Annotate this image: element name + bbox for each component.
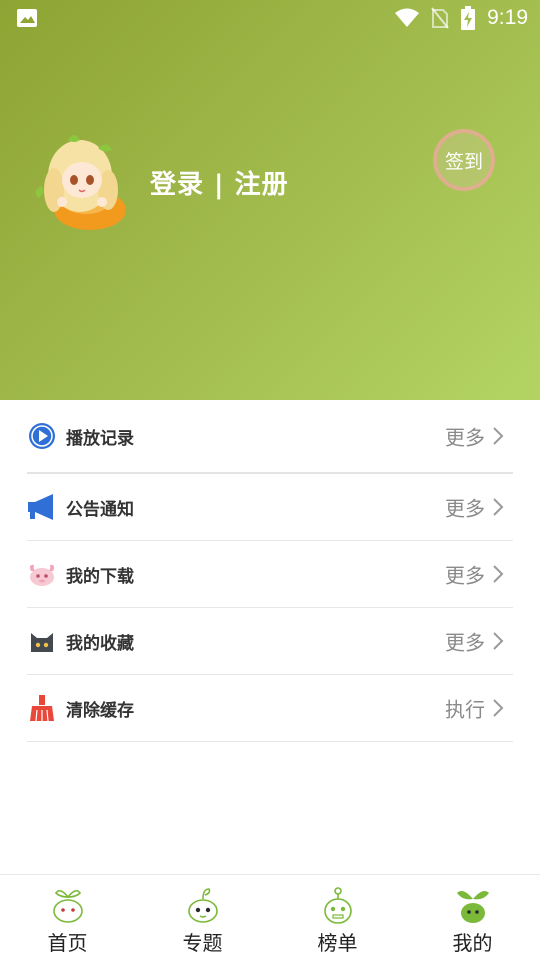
nav-ranking[interactable]: 榜单 bbox=[270, 875, 405, 960]
status-bar: 9:19 bbox=[0, 0, 540, 36]
profile-header: 9:19 登录 | 注册 签到 bbox=[0, 0, 540, 400]
bottom-nav: 首页 专题 榜单 我的 bbox=[0, 874, 540, 960]
menu-item-history[interactable]: 播放记录 更多 bbox=[27, 400, 513, 474]
cat-icon bbox=[27, 626, 57, 656]
menu-item-action: 更多 bbox=[445, 563, 485, 588]
menu-item-notices[interactable]: 公告通知 更多 bbox=[27, 474, 513, 541]
menu-item-label: 公告通知 bbox=[66, 499, 134, 520]
menu-item-action: 更多 bbox=[445, 496, 485, 521]
broom-icon bbox=[27, 693, 57, 723]
chevron-right-icon bbox=[493, 632, 504, 650]
login-register-link[interactable]: 登录 | 注册 bbox=[150, 164, 289, 201]
sprout-topics-icon bbox=[187, 888, 218, 923]
menu-item-action: 执行 bbox=[445, 697, 485, 722]
nav-label: 专题 bbox=[182, 931, 223, 955]
sprout-mine-icon bbox=[456, 891, 489, 923]
nav-home[interactable]: 首页 bbox=[0, 875, 135, 960]
pink-creature-icon bbox=[27, 559, 57, 589]
nav-mine[interactable]: 我的 bbox=[405, 875, 540, 960]
chevron-right-icon bbox=[493, 427, 504, 445]
sprout-home-icon bbox=[52, 889, 83, 923]
sprout-ranking-icon bbox=[323, 887, 352, 924]
megaphone-icon bbox=[27, 492, 57, 522]
menu-item-label: 清除缓存 bbox=[66, 700, 134, 721]
chevron-right-icon bbox=[493, 565, 504, 583]
chevron-right-icon bbox=[493, 699, 504, 717]
image-icon bbox=[17, 9, 37, 27]
nav-topics[interactable]: 专题 bbox=[135, 875, 270, 960]
signin-label: 签到 bbox=[444, 150, 483, 173]
menu-item-favorites[interactable]: 我的收藏 更多 bbox=[27, 608, 513, 675]
avatar[interactable] bbox=[28, 128, 132, 232]
play-circle-icon bbox=[27, 421, 57, 451]
wifi-icon bbox=[395, 8, 420, 27]
menu-item-label: 我的收藏 bbox=[66, 633, 134, 654]
menu-item-action: 更多 bbox=[445, 630, 485, 655]
nav-label: 首页 bbox=[47, 931, 88, 955]
menu-list: 播放记录 更多 公告通知 更多 我的下载 更多 我的收藏 更多 清除缓存 执行 bbox=[0, 400, 540, 742]
menu-item-action: 更多 bbox=[445, 425, 485, 450]
menu-item-label: 我的下载 bbox=[66, 566, 134, 587]
no-sim-icon bbox=[431, 7, 449, 29]
menu-item-label: 播放记录 bbox=[66, 428, 134, 449]
battery-charging-icon bbox=[461, 6, 476, 30]
signin-button[interactable]: 签到 bbox=[433, 129, 495, 191]
chevron-right-icon bbox=[493, 498, 504, 516]
clock: 9:19 bbox=[487, 6, 528, 29]
menu-item-clear-cache[interactable]: 清除缓存 执行 bbox=[27, 675, 513, 742]
menu-item-downloads[interactable]: 我的下载 更多 bbox=[27, 541, 513, 608]
nav-label: 我的 bbox=[452, 931, 493, 955]
nav-label: 榜单 bbox=[317, 931, 358, 955]
